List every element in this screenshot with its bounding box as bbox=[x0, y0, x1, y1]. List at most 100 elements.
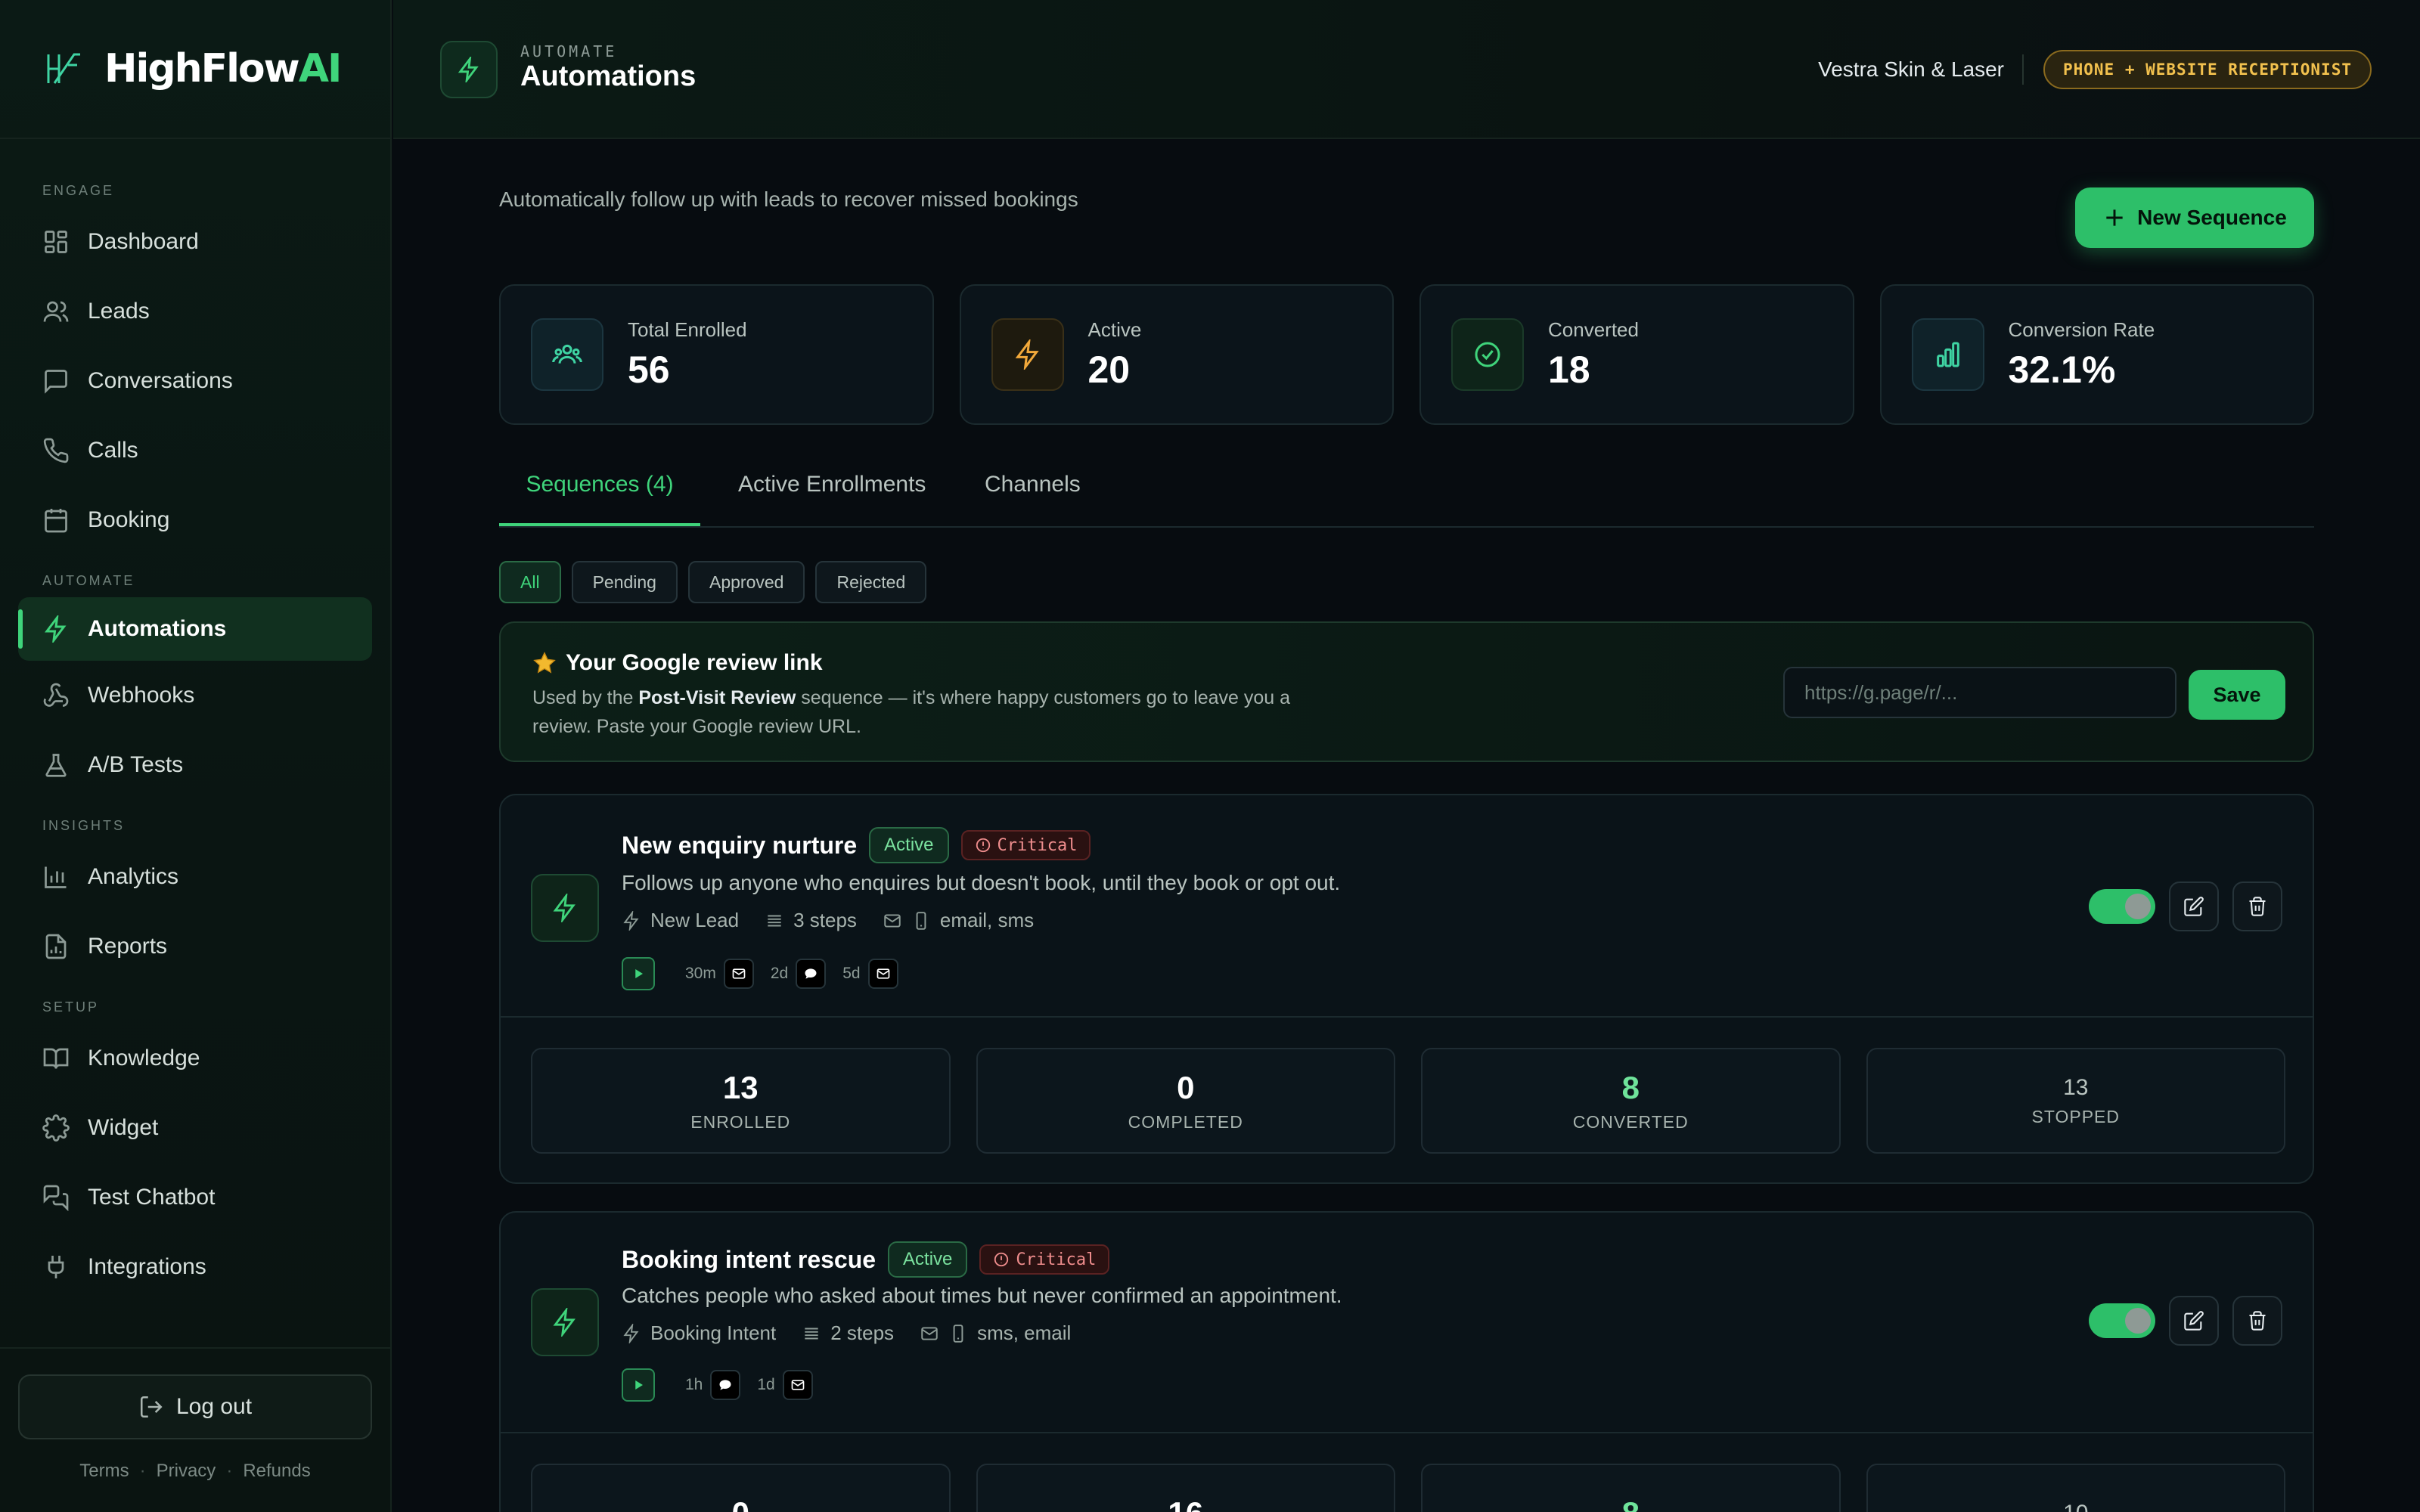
alert-circle-icon bbox=[976, 838, 990, 853]
privacy-link[interactable]: Privacy bbox=[157, 1461, 216, 1481]
zap-icon bbox=[458, 57, 479, 82]
page-subtitle: Automatically follow up with leads to re… bbox=[499, 187, 1078, 211]
priority-badge: Critical bbox=[979, 1244, 1110, 1275]
sidebar-item-widget[interactable]: Widget bbox=[0, 1093, 390, 1163]
sequence-card: New enquiry nurture Active Critical Foll… bbox=[499, 794, 2314, 1184]
sequence-icon bbox=[531, 1288, 599, 1356]
zap-icon bbox=[1015, 339, 1039, 370]
stat-card-total-enrolled: Total Enrolled 56 bbox=[499, 284, 934, 425]
sidebar-item-label: Knowledge bbox=[88, 1046, 200, 1070]
channels-label: sms, email bbox=[977, 1321, 1072, 1344]
stat-enrolled: 0 bbox=[531, 1464, 951, 1512]
stat-stopped: 13 STOPPED bbox=[1866, 1048, 2285, 1154]
sidebar-item-knowledge[interactable]: Knowledge bbox=[0, 1024, 390, 1093]
terms-link[interactable]: Terms bbox=[79, 1461, 129, 1481]
new-sequence-button[interactable]: New Sequence bbox=[2075, 187, 2314, 248]
sidebar-item-leads[interactable]: Leads bbox=[0, 277, 390, 346]
sequence-name-bold: Post-Visit Review bbox=[638, 687, 796, 708]
sequence-toggle[interactable] bbox=[2089, 1303, 2155, 1338]
filter-rejected[interactable]: Rejected bbox=[815, 561, 927, 603]
logout-label: Log out bbox=[175, 1394, 253, 1419]
refunds-link[interactable]: Refunds bbox=[243, 1461, 310, 1481]
step-delay: 30m bbox=[685, 965, 716, 982]
sidebar-item-label: Booking bbox=[88, 507, 170, 532]
priority-label: Critical bbox=[997, 835, 1078, 855]
bar-chart-icon bbox=[1936, 342, 1959, 367]
channels-label: email, sms bbox=[939, 909, 1035, 931]
sequence-name[interactable]: New enquiry nurture bbox=[622, 832, 857, 860]
step-delay: 5d bbox=[842, 965, 861, 982]
edit-button[interactable] bbox=[2169, 1296, 2219, 1346]
alert-circle-icon bbox=[994, 1252, 1009, 1267]
footer-separator: · bbox=[226, 1461, 233, 1481]
logo-mark-icon bbox=[47, 53, 80, 84]
sms-step-icon bbox=[796, 959, 827, 989]
logout-button[interactable]: Log out bbox=[18, 1374, 372, 1439]
stat-converted: 8 bbox=[1421, 1464, 1841, 1512]
stat-value: 56 bbox=[628, 348, 670, 391]
steps-count: 3 steps bbox=[793, 909, 857, 931]
messages-icon bbox=[43, 1185, 69, 1211]
sequence-toggle[interactable] bbox=[2089, 889, 2155, 924]
stat-icon bbox=[1451, 318, 1524, 391]
footer-links: Terms · Privacy · Refunds bbox=[0, 1461, 390, 1482]
filter-pending[interactable]: Pending bbox=[571, 561, 678, 603]
sequence-name[interactable]: Booking intent rescue bbox=[622, 1246, 876, 1274]
new-sequence-label: New Sequence bbox=[2137, 206, 2287, 229]
email-step-icon bbox=[723, 959, 754, 989]
sidebar-item-dashboard[interactable]: Dashboard bbox=[0, 207, 390, 277]
sidebar-item-label: Webhooks bbox=[88, 683, 195, 708]
status-badge: Active bbox=[888, 1241, 968, 1278]
play-icon[interactable] bbox=[622, 1368, 655, 1402]
sidebar-item-label: Automations bbox=[88, 616, 227, 641]
sidebar-item-calls[interactable]: Calls bbox=[0, 416, 390, 485]
sidebar-item-booking[interactable]: Booking bbox=[0, 485, 390, 555]
sidebar-item-test-chatbot[interactable]: Test Chatbot bbox=[0, 1163, 390, 1232]
review-description: Used by the Post-Visit Review sequence —… bbox=[532, 687, 1291, 737]
sequence-description: Catches people who asked about times but… bbox=[622, 1284, 1342, 1307]
filter-approved[interactable]: Approved bbox=[687, 561, 805, 603]
smartphone-icon bbox=[953, 1324, 963, 1343]
edit-button[interactable] bbox=[2169, 881, 2219, 931]
save-button[interactable]: Save bbox=[2189, 670, 2285, 720]
sms-step-icon bbox=[710, 1370, 741, 1400]
smartphone-icon bbox=[916, 911, 926, 930]
mail-icon bbox=[921, 1326, 938, 1340]
sequence-card: Booking intent rescue Active Critical Ca… bbox=[499, 1211, 2314, 1512]
stat-label: Converted bbox=[1548, 318, 1639, 341]
sidebar-item-reports[interactable]: Reports bbox=[0, 912, 390, 981]
brand-name-accent: AI bbox=[298, 46, 343, 91]
trigger-label: Booking Intent bbox=[650, 1321, 777, 1344]
sidebar-item-ab-tests[interactable]: A/B Tests bbox=[0, 730, 390, 800]
stat-label: Total Enrolled bbox=[628, 318, 747, 341]
filter-all[interactable]: All bbox=[499, 561, 561, 603]
plus-icon bbox=[2106, 209, 2123, 226]
tab-sequences[interactable]: Sequences (4) bbox=[499, 472, 700, 526]
sidebar-footer: Log out Terms · Privacy · Refunds bbox=[0, 1347, 390, 1512]
logo[interactable]: HighFlowAI bbox=[0, 0, 390, 139]
sidebar-item-automations[interactable]: Automations bbox=[18, 597, 372, 661]
check-circle-icon bbox=[1475, 342, 1500, 367]
zap-icon bbox=[45, 615, 67, 643]
tab-channels[interactable]: Channels bbox=[985, 472, 1081, 526]
webhook-icon bbox=[43, 683, 69, 707]
play-icon[interactable] bbox=[622, 957, 655, 990]
stat-icon bbox=[531, 318, 603, 391]
sidebar-item-conversations[interactable]: Conversations bbox=[0, 346, 390, 416]
stat-value: 18 bbox=[1548, 348, 1590, 391]
sidebar-item-webhooks[interactable]: Webhooks bbox=[0, 661, 390, 730]
bar-chart-icon bbox=[45, 866, 67, 888]
delete-button[interactable] bbox=[2232, 1296, 2282, 1346]
sidebar-item-label: Conversations bbox=[88, 368, 233, 393]
mail-icon bbox=[884, 913, 901, 928]
book-open-icon bbox=[43, 1048, 69, 1069]
delete-button[interactable] bbox=[2232, 881, 2282, 931]
sidebar-item-integrations[interactable]: Integrations bbox=[0, 1232, 390, 1302]
priority-label: Critical bbox=[1016, 1250, 1097, 1269]
sidebar-item-analytics[interactable]: Analytics bbox=[0, 842, 390, 912]
tab-active-enrollments[interactable]: Active Enrollments bbox=[738, 472, 926, 526]
stat-completed: 0 COMPLETED bbox=[976, 1048, 1395, 1154]
review-url-input[interactable] bbox=[1783, 667, 2176, 718]
list-icon bbox=[805, 1328, 818, 1339]
stat-value: 32.1% bbox=[2008, 348, 2116, 391]
